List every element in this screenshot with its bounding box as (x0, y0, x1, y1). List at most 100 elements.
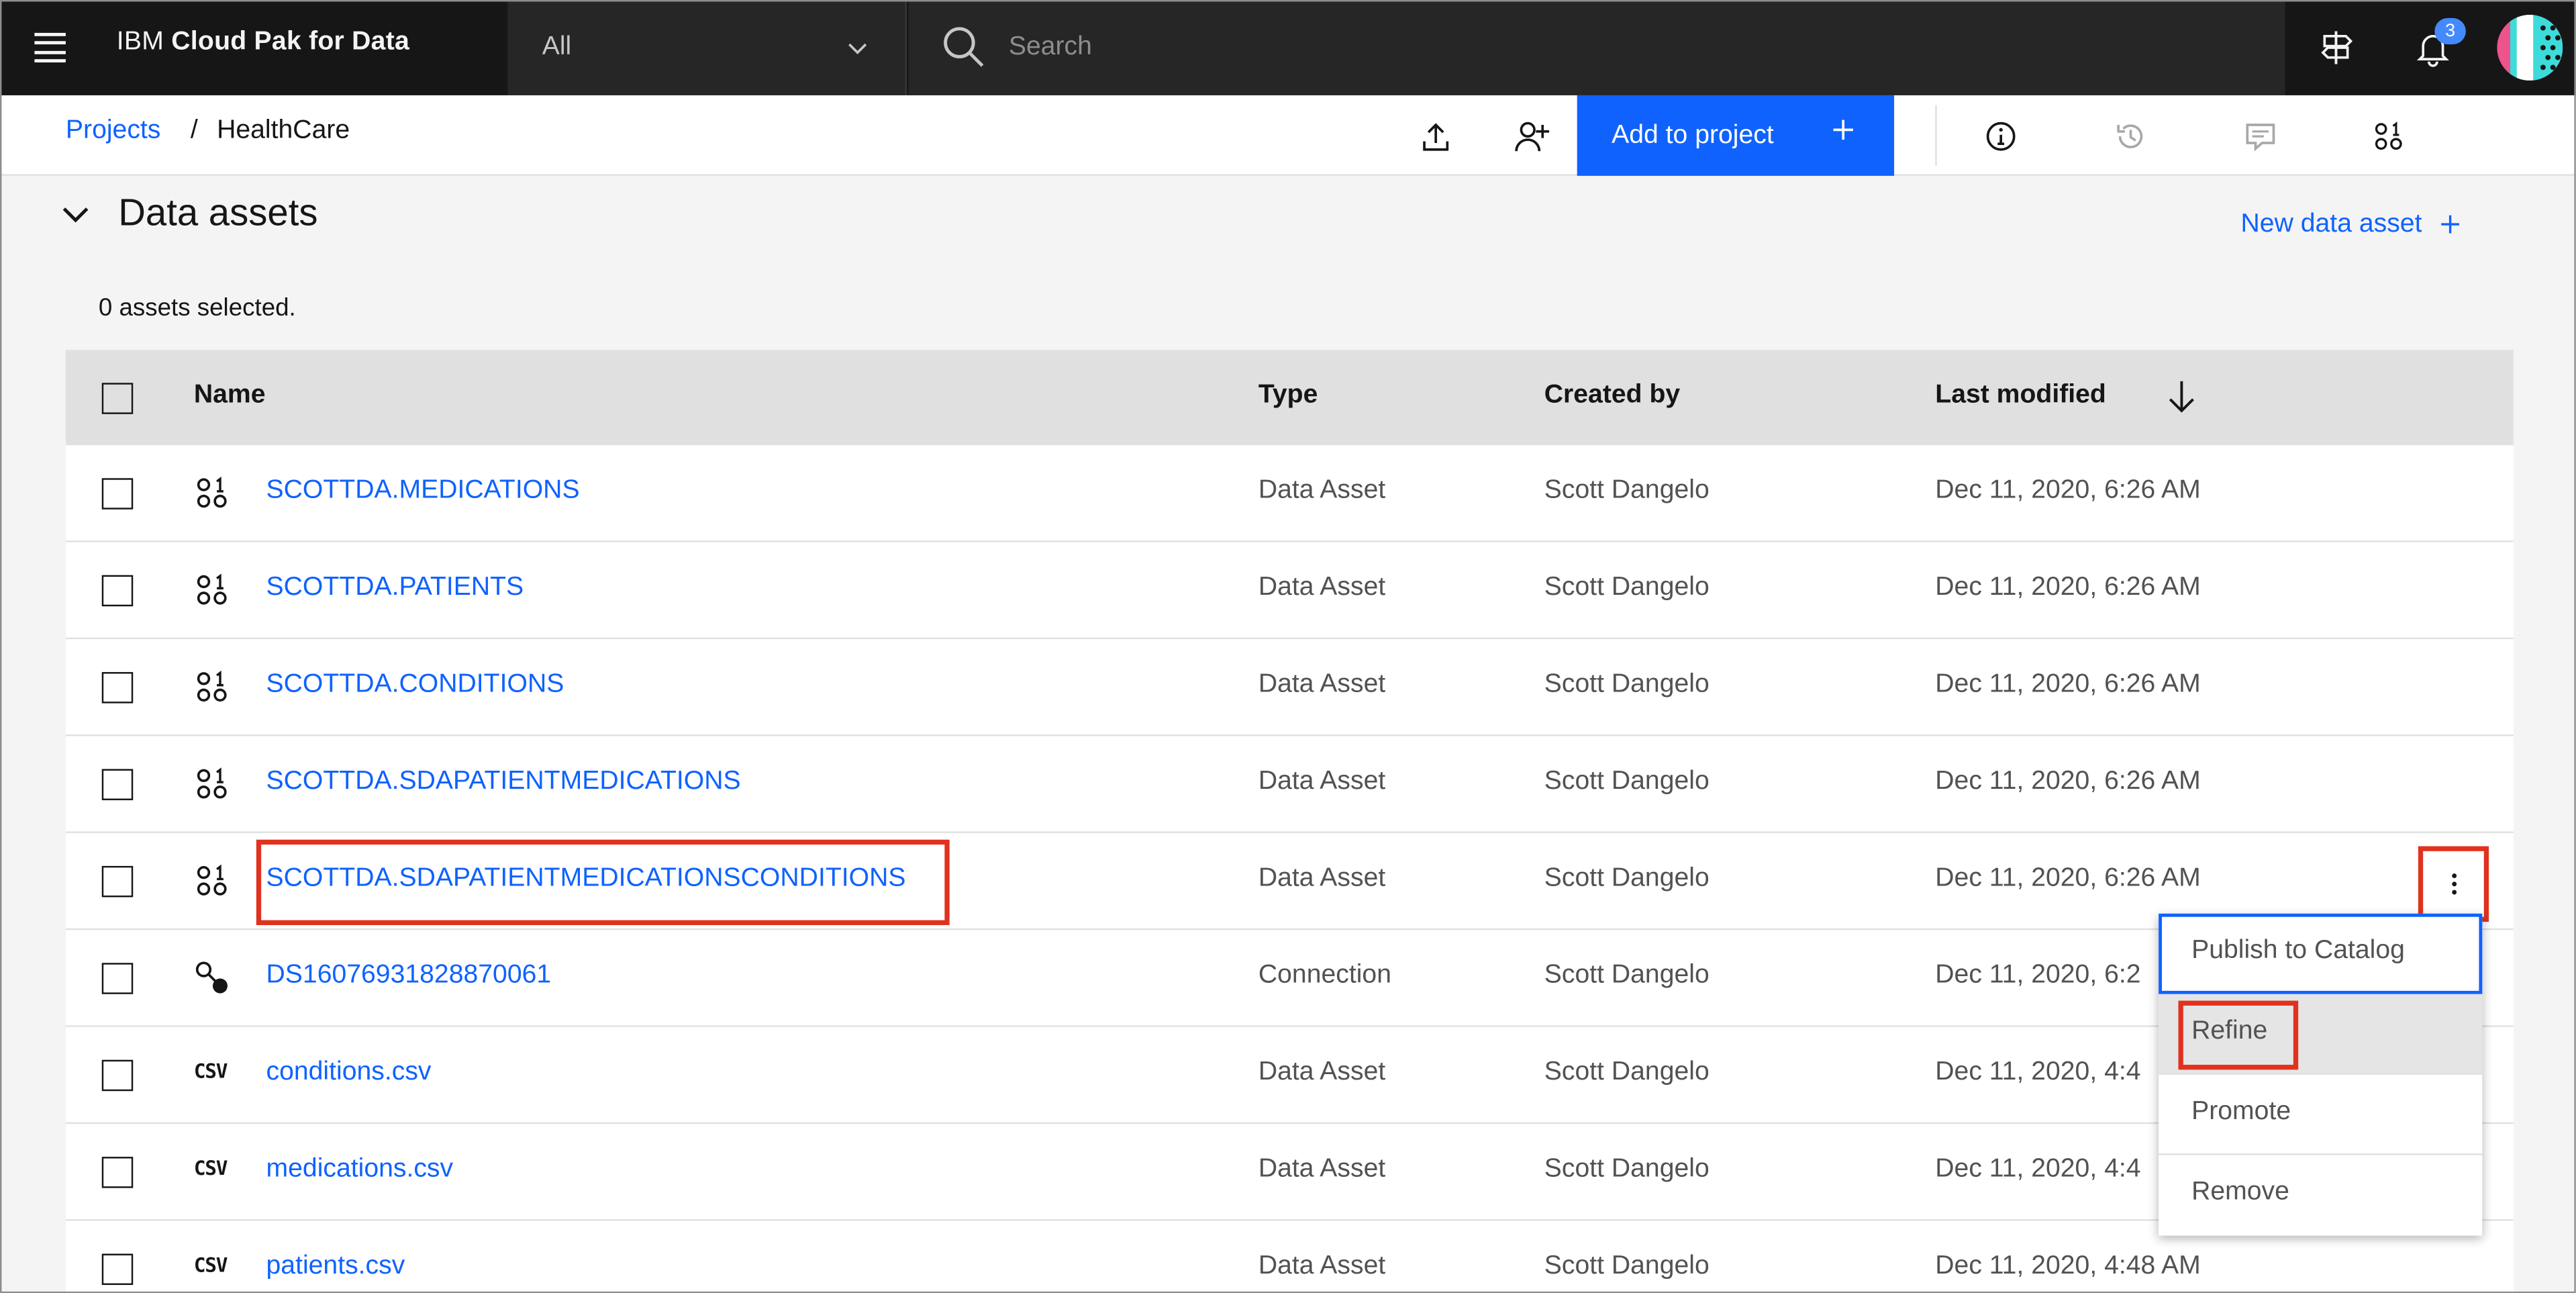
row-overflow-menu-button[interactable] (2418, 846, 2489, 922)
history-button[interactable] (2089, 95, 2170, 176)
asset-name-link[interactable]: conditions.csv (266, 1058, 432, 1088)
add-collaborator-button[interactable] (1491, 95, 1572, 176)
table-row[interactable]: CSV conditions.csv Data Asset Scott Dang… (65, 1026, 2514, 1124)
row-checkbox[interactable] (101, 1253, 134, 1286)
asset-last-modified: Dec 11, 2020, 6:26 AM (1935, 670, 2201, 699)
asset-name-link[interactable]: SCOTTDA.SDAPATIENTMEDICATIONS (266, 767, 741, 797)
asset-type: Data Asset (1258, 1155, 1386, 1184)
csv-icon: CSV (193, 1253, 228, 1277)
data-asset-icon (197, 670, 227, 702)
asset-name-link[interactable]: SCOTTDA.SDAPATIENTMEDICATIONSCONDITIONS (266, 864, 906, 894)
project-toolbar: Projects / HealthCare Add to project (0, 95, 2576, 176)
data-assets-button[interactable] (2348, 95, 2428, 176)
csv-icon: CSV (193, 1157, 228, 1180)
row-checkbox[interactable] (101, 575, 134, 607)
asset-last-modified: Dec 11, 2020, 4:4 (1935, 1155, 2141, 1184)
table-row[interactable]: DS16076931828870061 Connection Scott Dan… (65, 930, 2514, 1027)
asset-last-modified: Dec 11, 2020, 6:26 AM (1935, 573, 2201, 602)
notifications-button[interactable]: 3 (2385, 0, 2481, 95)
asset-created-by: Scott Dangelo (1544, 864, 1710, 893)
data-asset-icon (197, 864, 227, 896)
data-assets-table: Name Type Created by Last modified SCOTT… (65, 350, 2514, 1293)
plus-icon (1833, 119, 1853, 140)
asset-name-link[interactable]: patients.csv (266, 1252, 405, 1282)
guide-button[interactable] (2290, 0, 2385, 95)
asset-created-by: Scott Dangelo (1544, 1058, 1710, 1086)
collapse-chevron-icon[interactable] (59, 199, 92, 232)
add-to-project-label: Add to project (1612, 120, 1774, 149)
menu-item-promote[interactable]: Promote (2159, 1075, 2483, 1155)
asset-name-link[interactable]: medications.csv (266, 1155, 454, 1185)
csv-icon: CSV (193, 1059, 228, 1083)
asset-type: Data Asset (1258, 767, 1386, 796)
brand-name: Cloud Pak for Data (171, 28, 410, 56)
search-input[interactable] (1008, 23, 2159, 73)
avatar-image (2497, 15, 2563, 81)
notification-badge: 3 (2434, 17, 2466, 45)
asset-created-by: Scott Dangelo (1544, 767, 1710, 796)
table-row[interactable]: CSV patients.csv Data Asset Scott Dangel… (65, 1220, 2514, 1293)
select-all-checkbox[interactable] (101, 383, 134, 414)
info-button[interactable] (1960, 95, 2040, 176)
new-data-asset-link[interactable]: New data asset (2241, 210, 2460, 240)
table-row[interactable]: SCOTTDA.SDAPATIENTMEDICATIONS Data Asset… (65, 736, 2514, 833)
asset-created-by: Scott Dangelo (1544, 573, 1710, 602)
asset-type: Connection (1258, 961, 1392, 990)
toolbar-divider (1935, 105, 1937, 166)
asset-type: Data Asset (1258, 476, 1386, 505)
column-header-type[interactable]: Type (1258, 381, 1318, 411)
brand-prefix: IBM (116, 28, 164, 56)
menu-item-label: Refine (2191, 1017, 2268, 1045)
row-checkbox[interactable] (101, 672, 134, 704)
menu-item-remove[interactable]: Remove (2159, 1155, 2482, 1236)
column-header-last-modified[interactable]: Last modified (1935, 381, 2106, 411)
data-asset-icon (197, 573, 227, 605)
add-to-project-button[interactable]: Add to project (1577, 95, 1895, 176)
plus-icon (2441, 215, 2460, 234)
row-checkbox[interactable] (101, 769, 134, 800)
search-bar (908, 0, 2285, 95)
new-data-asset-label: New data asset (2240, 210, 2422, 238)
scope-dropdown[interactable]: All (507, 0, 907, 95)
menu-item-publish-to-catalog[interactable]: Publish to Catalog (2159, 913, 2483, 994)
asset-created-by: Scott Dangelo (1544, 1252, 1710, 1280)
row-checkbox[interactable] (101, 963, 134, 994)
user-add-icon (1514, 121, 1548, 151)
asset-name-link[interactable]: SCOTTDA.PATIENTS (266, 573, 524, 603)
menu-item-label: Promote (2191, 1097, 2291, 1126)
avatar[interactable] (2497, 15, 2563, 81)
app-window: IBM Cloud Pak for Data All Search 3 Proj… (0, 0, 2576, 1293)
selection-count: 0 assets selected. (98, 294, 296, 322)
product-name[interactable]: IBM Cloud Pak for Data (117, 28, 409, 58)
table-row[interactable]: SCOTTDA.CONDITIONS Data Asset Scott Dang… (65, 639, 2514, 736)
hamburger-menu-icon[interactable] (23, 23, 75, 72)
menu-item-refine[interactable]: Refine (2159, 994, 2483, 1075)
table-row[interactable]: SCOTTDA.SDAPATIENTMEDICATIONSCONDITIONS … (65, 832, 2514, 930)
sort-descending-icon[interactable] (2163, 378, 2199, 414)
row-checkbox[interactable] (101, 1157, 134, 1188)
asset-last-modified: Dec 11, 2020, 6:26 AM (1935, 767, 2201, 796)
breadcrumb-current: HealthCare (217, 116, 350, 145)
column-header-name[interactable]: Name (194, 381, 266, 411)
table-row[interactable]: SCOTTDA.PATIENTS Data Asset Scott Dangel… (65, 542, 2514, 640)
breadcrumb-separator: / (190, 116, 198, 145)
comment-icon (2245, 122, 2275, 151)
upload-button[interactable] (1395, 95, 1475, 176)
signpost-icon (2321, 31, 2353, 64)
asset-last-modified: Dec 11, 2020, 4:48 AM (1935, 1252, 2201, 1280)
row-checkbox[interactable] (101, 865, 134, 898)
row-checkbox[interactable] (101, 478, 134, 510)
comments-button[interactable] (2220, 95, 2300, 176)
table-row[interactable]: SCOTTDA.MEDICATIONS Data Asset Scott Dan… (65, 445, 2514, 542)
table-row[interactable]: CSV medications.csv Data Asset Scott Dan… (65, 1124, 2514, 1221)
asset-name-link[interactable]: DS16076931828870061 (266, 961, 552, 991)
search-icon (944, 27, 984, 67)
asset-name-link[interactable]: SCOTTDA.CONDITIONS (266, 671, 564, 700)
column-header-created-by[interactable]: Created by (1544, 381, 1680, 411)
upload-icon (1422, 122, 1448, 150)
breadcrumb-projects-link[interactable]: Projects (66, 117, 160, 146)
asset-name-link[interactable]: SCOTTDA.MEDICATIONS (266, 477, 580, 506)
row-overflow-menu: Publish to Catalog Refine Promote Remove (2159, 913, 2483, 1236)
info-icon (1985, 121, 2015, 150)
row-checkbox[interactable] (101, 1059, 134, 1092)
